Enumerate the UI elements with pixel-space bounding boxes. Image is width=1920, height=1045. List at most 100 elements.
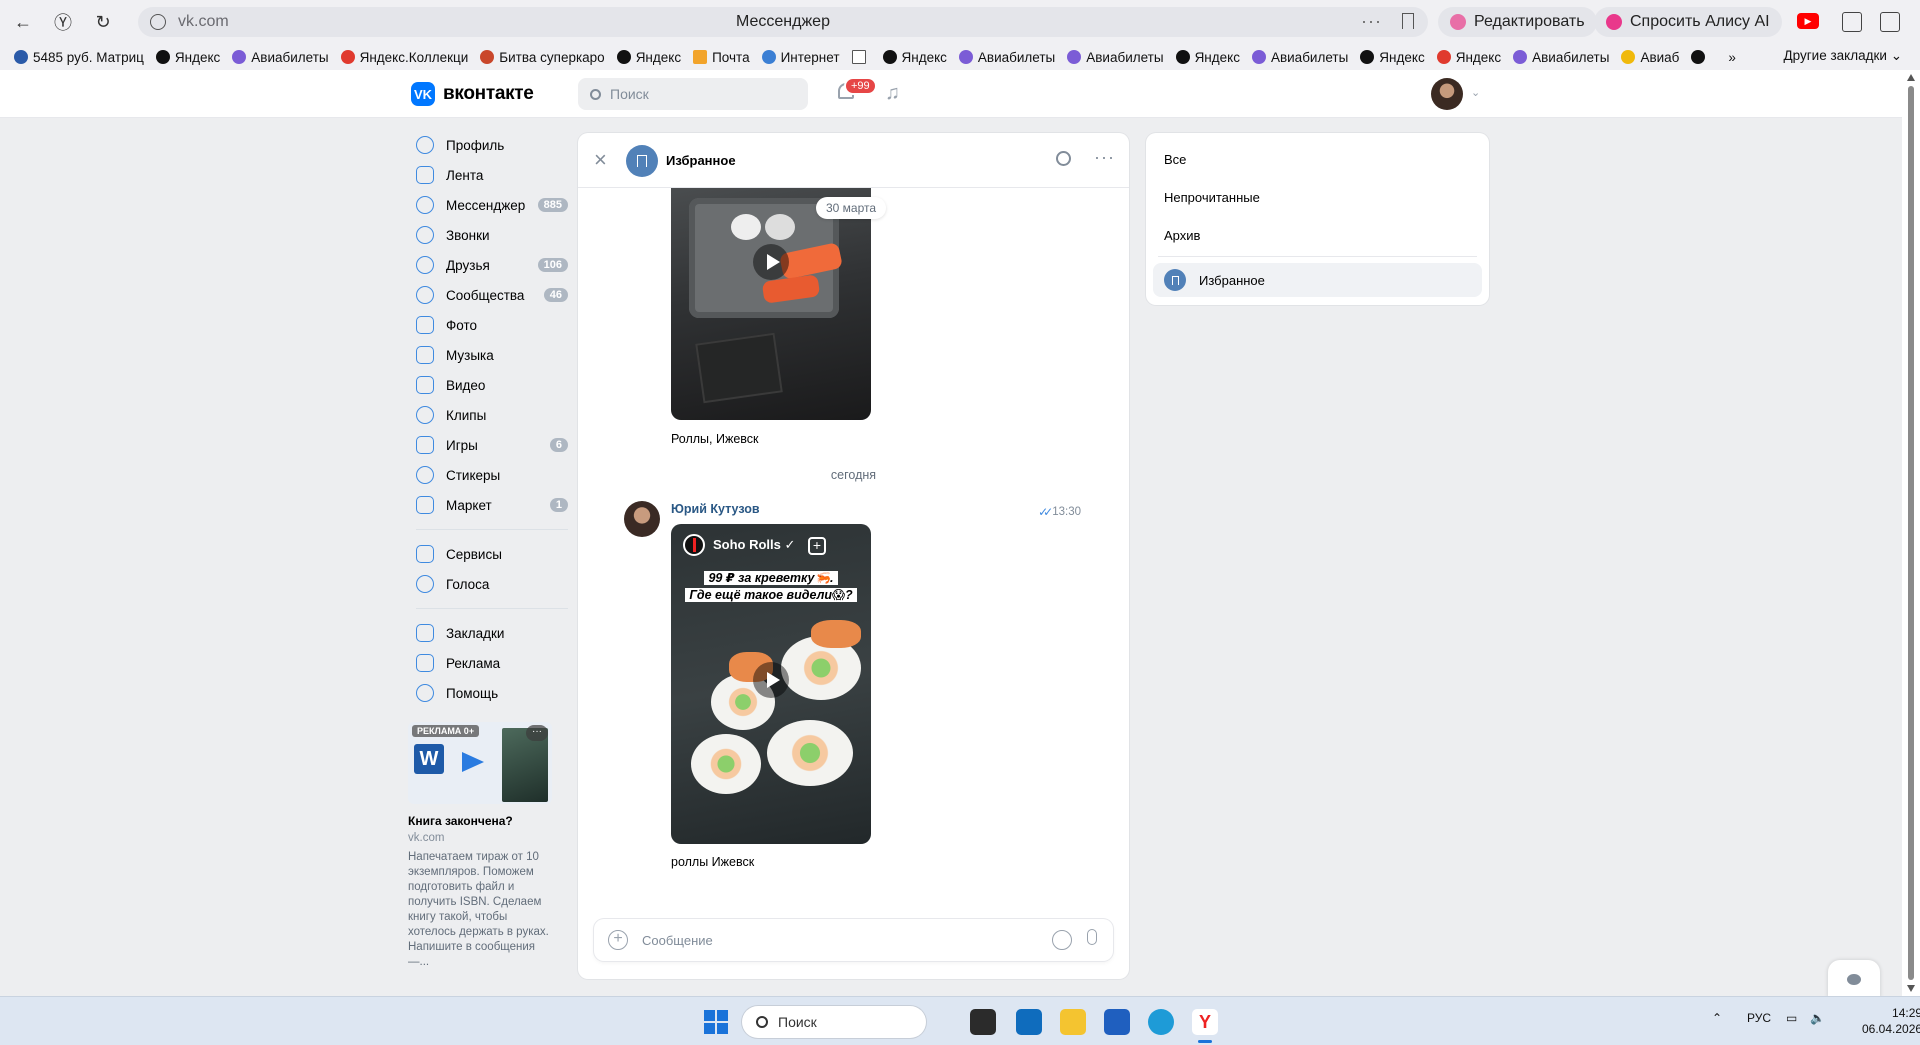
sidebar-item-games[interactable]: Игры 6 [408,430,568,460]
sidebar-item-music[interactable]: Музыка [408,340,568,370]
search-icon[interactable] [1056,151,1071,166]
back-icon[interactable]: ← [6,5,40,39]
task-view-icon[interactable] [970,1009,996,1035]
sidebar-item-votes[interactable]: Голоса [408,569,568,599]
avatar[interactable] [624,501,660,537]
vk-logo[interactable]: VK вконтакте [411,82,534,106]
bookmark-item[interactable]: 5485 руб. Матриц [14,50,144,65]
ad-title[interactable]: Книга закончена? [408,814,558,828]
volume-icon[interactable]: 🔈 [1810,1011,1825,1025]
scroll-down-icon[interactable] [1907,985,1915,992]
bookmark-icon[interactable] [1402,13,1414,29]
play-icon[interactable] [753,662,789,698]
sidebar-item-friends[interactable]: Друзья 106 [408,250,568,280]
chat-title[interactable]: Избранное [666,153,736,168]
bookmark-item[interactable]: Авиабилеты [1513,50,1609,65]
bookmark-item[interactable]: Яндекс [155,50,220,65]
sidebar-item-help[interactable]: Помощь [408,678,568,708]
notifications-bell-icon[interactable]: +99 [836,77,877,103]
edge-icon[interactable] [1148,1009,1174,1035]
address-bar[interactable]: vk.com Мессенджер ··· [138,7,1428,37]
edit-button[interactable]: Редактировать [1438,7,1597,37]
language-indicator[interactable]: РУС [1747,1011,1771,1025]
folder-unread[interactable]: Непрочитанные [1164,190,1260,205]
folder-all[interactable]: Все [1164,152,1186,167]
chat-bubble-button[interactable] [1828,960,1880,998]
bookmark-item[interactable] [1691,50,1710,64]
folder-archive[interactable]: Архив [1164,228,1200,243]
sidebar-item-stickers[interactable]: Стикеры [408,460,568,490]
store-icon[interactable] [1104,1009,1130,1035]
sidebar-item-feed[interactable]: Лента [408,160,568,190]
bookmark-item[interactable]: Интернет [761,50,840,65]
message-input[interactable] [642,929,1002,951]
sidebar-item-profile[interactable]: Профиль [408,130,568,160]
bookmarks-more[interactable]: » [1728,50,1736,65]
bookmark-item[interactable]: Авиабилеты [1251,50,1348,65]
bookmark-item[interactable]: Почта [693,50,750,65]
alice-button[interactable]: Спросить Алису AI [1594,7,1782,37]
close-icon[interactable]: × [594,149,607,171]
outlook-icon[interactable] [1016,1009,1042,1035]
ad-image[interactable]: W РЕКЛАМА 0+ ··· [408,722,552,804]
video-attachment[interactable]: Soho Rolls ✓ + 99 ₽ за креветку🦐. Где ещё… [671,524,871,844]
bookmark-item[interactable]: Авиабилеты [232,50,329,65]
favorites-avatar[interactable] [626,145,658,177]
sidebar-item-market[interactable]: Маркет 1 [408,490,568,520]
bookmark-item[interactable]: Авиабилеты [958,50,1055,65]
ad-block[interactable]: W РЕКЛАМА 0+ ··· Книга закончена? vk.com… [408,722,558,970]
sidebar-item-bookmarks[interactable]: Закладки [408,618,568,648]
emoji-icon[interactable] [1052,930,1072,950]
bookmark-item[interactable]: Авиабилеты [1067,50,1164,65]
message-author[interactable]: Юрий Кутузов [671,502,760,516]
reload-icon[interactable]: ↻ [86,5,120,39]
more-dots-icon[interactable]: ··· [526,725,548,741]
downloads-icon[interactable] [1842,12,1862,32]
network-icon[interactable]: ▭ [1786,1011,1797,1025]
folder-icon[interactable] [1060,1009,1086,1035]
bookmark-item[interactable]: Яндекс [1175,50,1240,65]
youtube-icon[interactable]: ▶ [1797,13,1819,29]
microphone-icon[interactable] [1087,929,1097,945]
chevron-up-icon[interactable]: ⌃ [1712,1011,1722,1025]
bookmark-item[interactable]: Яндекс [1436,50,1501,65]
more-dots-icon[interactable]: ··· [1361,11,1382,32]
avatar[interactable] [1431,78,1463,110]
bookmark-item[interactable]: Яндекс [882,50,947,65]
sidebar-item-services[interactable]: Сервисы [408,539,568,569]
music-icon[interactable]: ♫ [885,82,900,105]
sidebar-item-calls[interactable]: Звонки [408,220,568,250]
yandex-browser-icon[interactable]: Y [1192,1009,1218,1035]
extensions-icon[interactable] [1880,12,1900,32]
bookmark-item[interactable]: Авиаб [1621,50,1679,65]
yandex-icon[interactable]: Ⓨ [46,5,80,39]
site-info-icon[interactable] [150,14,166,30]
other-bookmarks[interactable]: Другие закладки ⌄ [1783,48,1902,64]
windows-start-icon[interactable] [704,1010,728,1034]
video-attachment[interactable] [671,188,871,420]
bookmark-item[interactable]: Яндекс [616,50,681,65]
more-dots-icon[interactable]: ··· [1094,147,1115,168]
sidebar-item-ads[interactable]: Реклама [408,648,568,678]
search-input[interactable]: Поиск [578,78,808,110]
sidebar-item-clips[interactable]: Клипы [408,400,568,430]
taskbar-search[interactable]: Поиск [742,1006,926,1038]
sidebar-item-photos[interactable]: Фото [408,310,568,340]
bookmark-item[interactable]: Битва суперкаро [480,50,605,65]
sidebar-item-communities[interactable]: Сообщества 46 [408,280,568,310]
play-icon[interactable] [753,244,789,280]
clock[interactable]: 14:29 06.04.2026 [1862,1005,1920,1037]
bookmark-item[interactable]: Яндекс [1360,50,1425,65]
address-url[interactable]: vk.com [178,13,229,31]
add-icon[interactable]: + [808,537,826,555]
folder-favorites[interactable]: Избранное [1153,263,1482,297]
sidebar-item-messenger[interactable]: Мессенджер 885 [408,190,568,220]
page-scrollbar[interactable] [1902,70,1920,996]
attach-plus-icon[interactable]: + [608,930,628,950]
bookmark-item[interactable]: Яндекс.Коллекци [340,50,468,65]
scroll-up-icon[interactable] [1907,74,1915,81]
scroll-thumb[interactable] [1908,86,1914,980]
bookmark-item[interactable] [851,50,871,64]
chevron-down-icon[interactable]: ⌄ [1471,86,1480,99]
sidebar-item-video[interactable]: Видео [408,370,568,400]
